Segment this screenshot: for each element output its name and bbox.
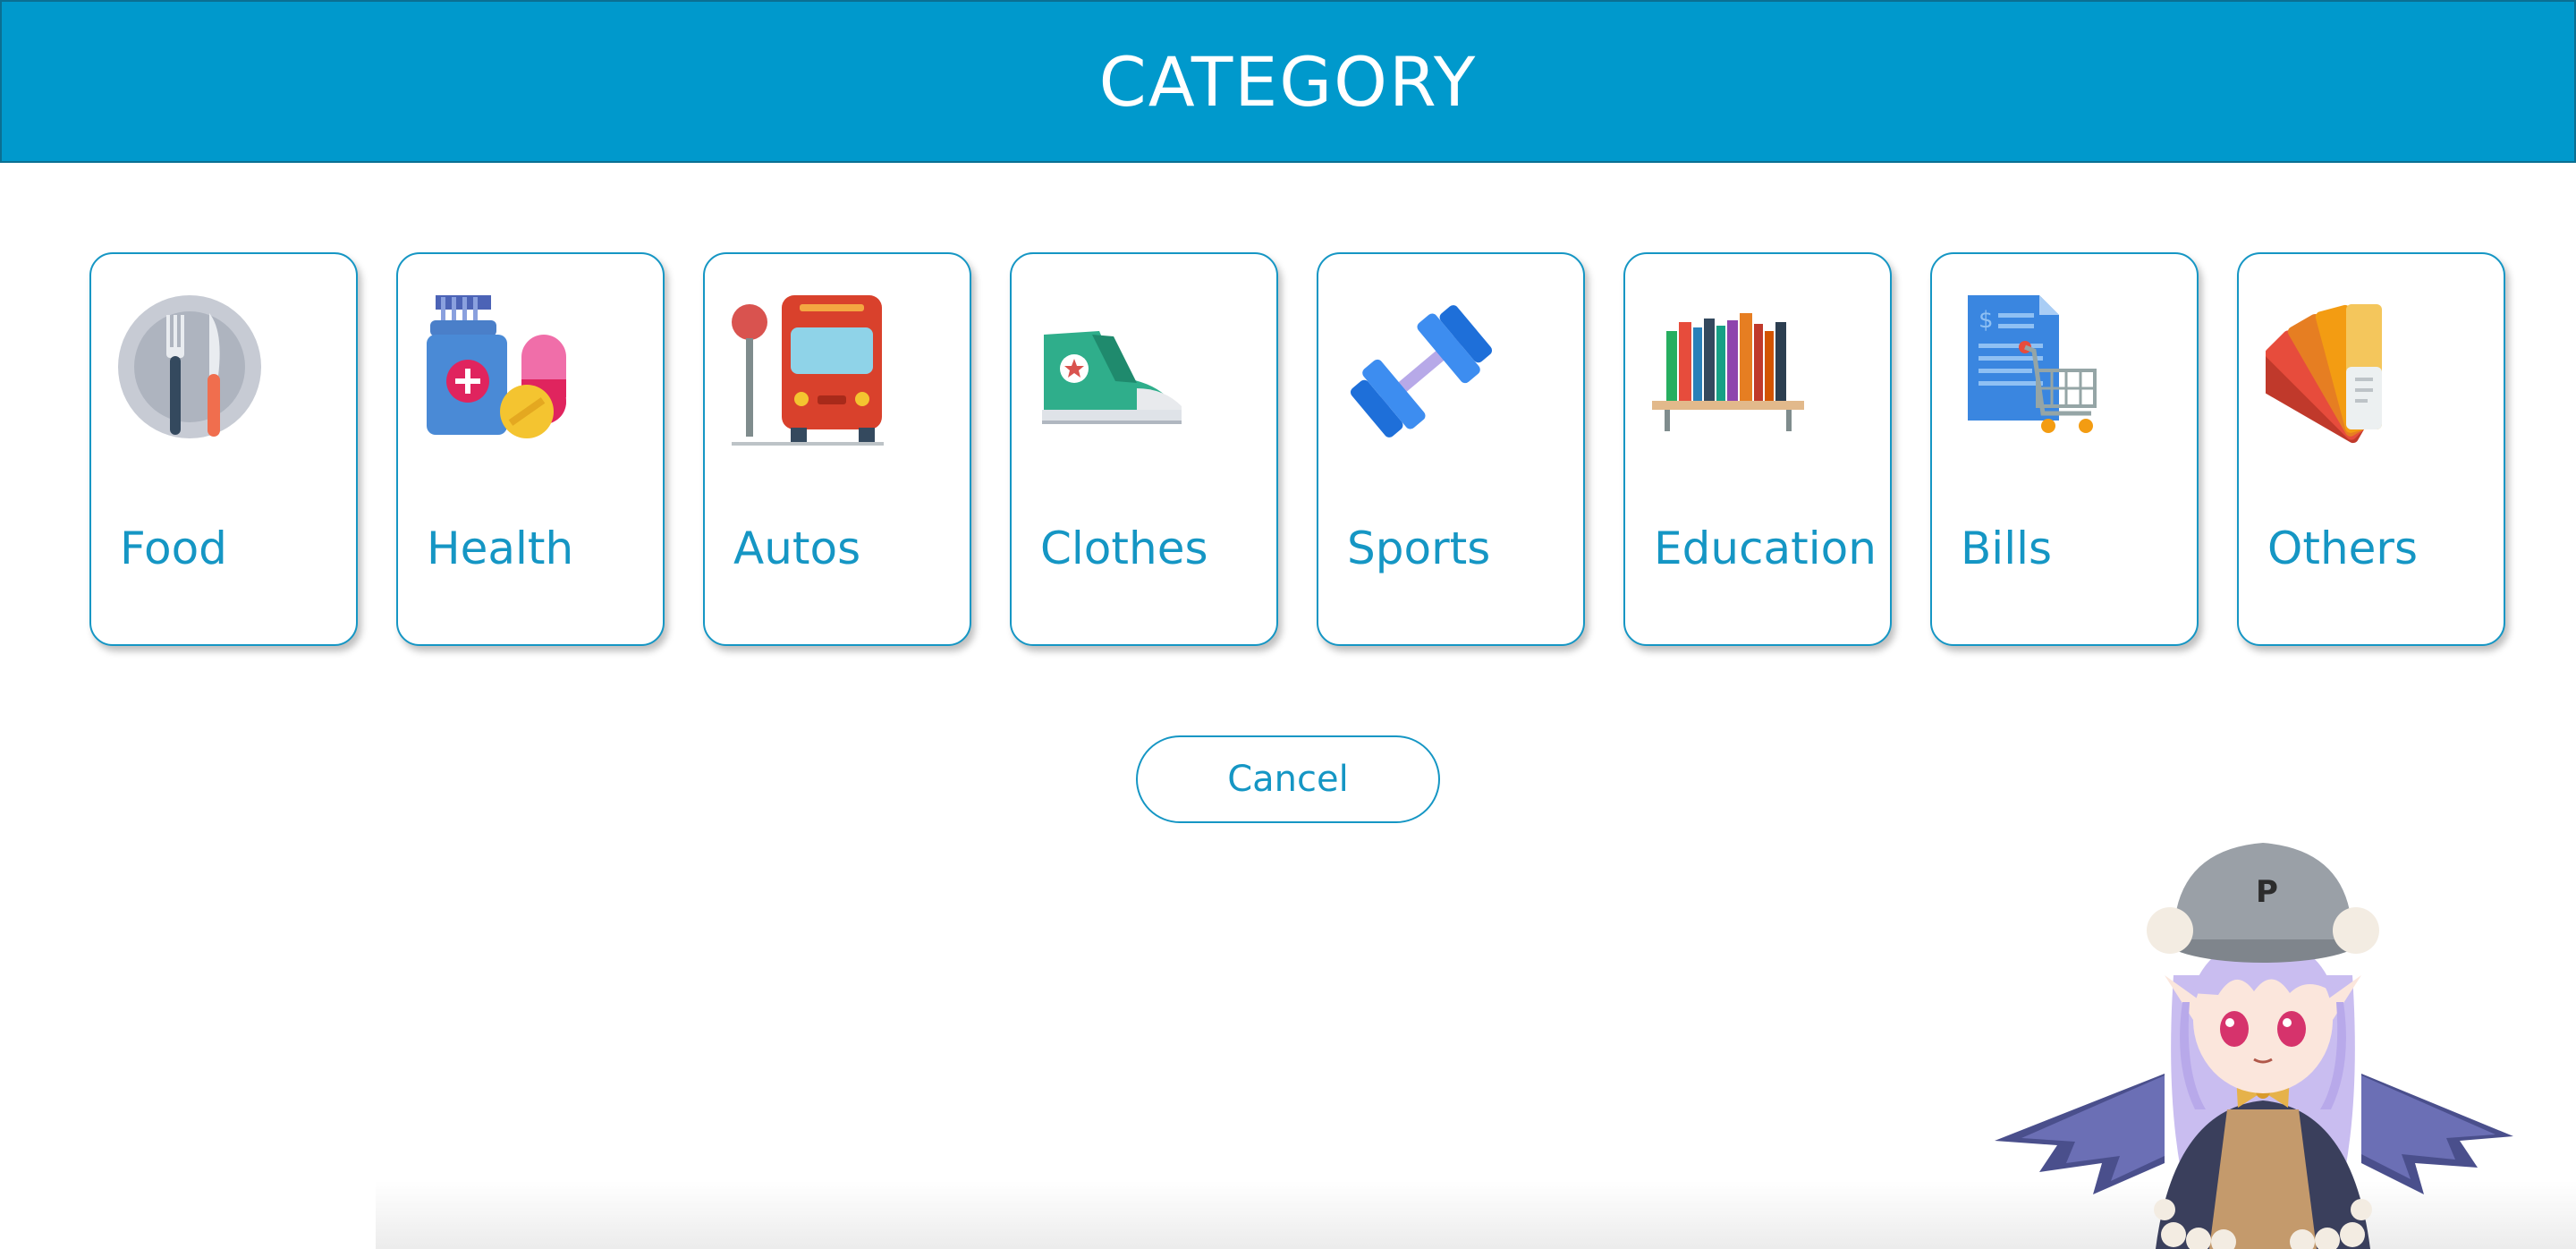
medicine-pills-icon [427,295,566,438]
category-card-health[interactable]: Health [396,252,665,646]
page-title: CATEGORY [1098,41,1478,122]
invoice-cart-icon: $ [1968,295,2097,433]
category-card-food[interactable]: Food [89,252,358,646]
category-label: Sports [1347,523,1491,574]
category-grid: Food Health Autos Clothes Sports Educati… [0,252,2576,646]
color-swatches-icon [2266,304,2382,444]
category-card-sports[interactable]: Sports [1317,252,1585,646]
category-card-others[interactable]: Others [2237,252,2505,646]
category-label: Others [2267,523,2419,574]
category-card-clothes[interactable]: Clothes [1010,252,1278,646]
category-card-education[interactable]: Education [1623,252,1892,646]
sneaker-icon [1042,331,1182,424]
category-label: Clothes [1040,523,1208,574]
category-label: Health [427,523,574,574]
mascot-cap-letter: P [2256,874,2278,910]
category-card-bills[interactable]: $ Bills [1930,252,2199,646]
cancel-button[interactable]: Cancel [1136,735,1440,823]
category-label: Education [1654,523,1877,574]
svg-text:$: $ [1979,307,1994,334]
bookshelf-icon [1652,313,1804,431]
bus-stop-icon [732,295,884,446]
food-plate-fork-knife-icon [118,295,261,438]
category-label: Food [120,523,227,574]
dumbbell-icon [1350,305,1493,438]
mascot-character[interactable]: P [1995,841,2531,1249]
category-card-autos[interactable]: Autos [703,252,971,646]
header-bar: CATEGORY [0,0,2576,163]
category-label: Autos [733,523,861,574]
category-label: Bills [1961,523,2053,574]
